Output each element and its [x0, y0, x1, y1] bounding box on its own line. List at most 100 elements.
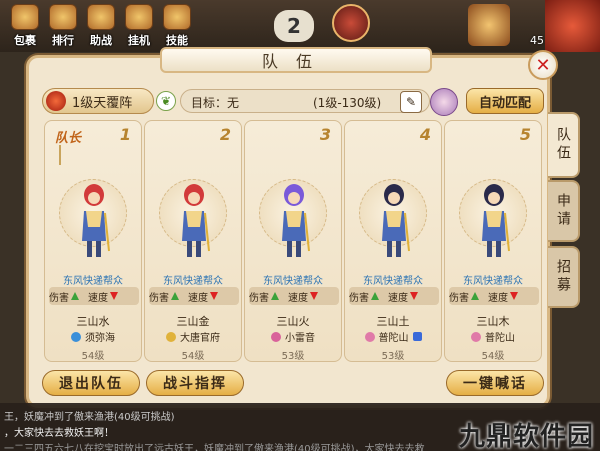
member-level: 53级	[281, 351, 305, 362]
level-range: (1级-130级)	[313, 96, 382, 110]
slot-number: 3	[319, 125, 331, 144]
watermark: 九鼎软件园	[458, 422, 594, 451]
guild-name: 东风快递帮众	[63, 276, 123, 287]
arrow-down-icon	[510, 292, 518, 300]
member-level: 54级	[481, 351, 505, 362]
hud-button[interactable]: 技能	[158, 4, 196, 50]
member-name: 三山金	[176, 315, 210, 328]
guild-name: 东风快递帮众	[463, 276, 523, 287]
member-card[interactable]: 队长 1 东风快递帮众 伤害 速度 三山水 须弥海 54级	[44, 120, 142, 362]
tab-team[interactable]: 队伍	[548, 112, 580, 178]
leave-team-button[interactable]: 退出队伍	[42, 370, 140, 396]
stat-indicators: 伤害 速度	[349, 287, 439, 305]
hud-button-label: 挂机	[128, 34, 150, 47]
speed-stat: 速度	[488, 289, 521, 304]
arrow-up-icon	[171, 292, 179, 300]
hud-button-label: 技能	[166, 34, 188, 47]
panel-title: 队伍	[160, 47, 432, 73]
member-school: 普陀山	[345, 329, 441, 344]
stat-indicators: 伤害 速度	[49, 287, 139, 305]
assist-icon	[87, 4, 115, 30]
hud-button[interactable]: 排行	[44, 4, 82, 50]
tab-recruit[interactable]: 招募	[548, 246, 580, 308]
member-card[interactable]: 5 东风快递帮众 伤害 速度 三山木 普陀山 54级	[444, 120, 542, 362]
chat-line: ，大家快去去救妖王啊！	[4, 428, 114, 439]
arrow-down-icon	[110, 292, 118, 300]
character-sprite-icon	[482, 184, 510, 257]
member-school: 普陀山	[445, 329, 541, 344]
speed-stat: 速度	[288, 289, 321, 304]
character-sprite-icon	[282, 184, 310, 257]
member-card[interactable]: 2 东风快递帮众 伤害 速度 三山金 大唐官府 54级	[144, 120, 242, 362]
arrow-down-icon	[410, 292, 418, 300]
ranking-icon	[49, 4, 77, 30]
edit-icon[interactable]: ✎	[400, 91, 422, 113]
skill-icon	[163, 4, 191, 30]
stat-indicators: 伤害 速度	[449, 287, 539, 305]
player-portrait-icon[interactable]	[545, 0, 600, 52]
damage-stat: 伤害	[249, 289, 282, 304]
arrow-up-icon	[371, 292, 379, 300]
stat-indicators: 伤害 速度	[249, 287, 339, 305]
leaf-icon[interactable]: ❦	[156, 91, 176, 111]
pet-portrait-icon[interactable]	[468, 4, 510, 46]
member-name: 三山水	[76, 315, 110, 328]
shout-button[interactable]: 一键喊话	[446, 370, 544, 396]
hud-button[interactable]: 挂机	[120, 4, 158, 50]
member-level: 54级	[81, 351, 105, 362]
leader-marker	[59, 145, 61, 165]
member-name: 三山木	[476, 315, 510, 328]
chat-line: 一二三四五六七八在挖宝时放出了远古妖王，妖魔冲到了傲来渔港(40级可挑战)，大家…	[4, 444, 425, 451]
target-label: 目标：无	[191, 96, 240, 110]
arrow-up-icon	[471, 292, 479, 300]
leader-label: 队长	[55, 131, 82, 146]
close-button[interactable]: ✕	[528, 50, 558, 80]
guild-name: 东风快递帮众	[163, 276, 223, 287]
formation-icon	[46, 91, 66, 111]
member-level: 54级	[181, 351, 205, 362]
member-card[interactable]: 4 东风快递帮众 伤害 速度 三山土 普陀山 53级	[344, 120, 442, 362]
chat-line: 王，妖魔冲到了傲来渔港(40级可挑战)	[4, 412, 175, 423]
member-name: 三山火	[276, 315, 310, 328]
hud-button-label: 包裹	[14, 34, 36, 47]
school-icon	[364, 331, 375, 342]
school-icon	[471, 331, 481, 342]
slot-number: 2	[219, 125, 231, 144]
speed-stat: 速度	[88, 289, 121, 304]
autoplay-icon	[125, 4, 153, 30]
character-sprite-icon	[82, 184, 110, 257]
school-icon	[166, 331, 176, 342]
hud-button-label: 排行	[52, 34, 74, 47]
arrow-up-icon	[271, 292, 279, 300]
damage-stat: 伤害	[449, 289, 482, 304]
member-school: 须弥海	[45, 329, 141, 344]
member-name: 三山土	[376, 315, 410, 328]
hud-button-label: 助战	[90, 34, 112, 47]
damage-stat: 伤害	[349, 289, 382, 304]
target-field[interactable]: 目标：无 (1级-130级)	[180, 89, 430, 113]
damage-stat: 伤害	[49, 289, 82, 304]
arrow-down-icon	[210, 292, 218, 300]
formation-label: 1级天覆阵	[72, 95, 133, 111]
damage-stat: 伤害	[149, 289, 182, 304]
speed-stat: 速度	[188, 289, 221, 304]
speed-stat: 速度	[388, 289, 421, 304]
slot-number: 5	[519, 125, 531, 144]
compass-emblem-icon[interactable]	[332, 4, 370, 42]
character-sprite-icon	[182, 184, 210, 257]
auto-match-button[interactable]: 自动匹配	[466, 88, 544, 114]
status-icon	[412, 332, 422, 341]
hud-badge[interactable]: 2	[274, 10, 314, 42]
hud-button[interactable]: 助战	[82, 4, 120, 50]
mascot-icon[interactable]	[430, 88, 458, 116]
battle-command-button[interactable]: 战斗指挥	[146, 370, 244, 396]
arrow-up-icon	[71, 292, 79, 300]
member-card[interactable]: 3 东风快递帮众 伤害 速度 三山火 小雷音 53级	[244, 120, 342, 362]
bag-icon	[11, 4, 39, 30]
slot-number: 4	[419, 125, 431, 144]
formation-button[interactable]: 1级天覆阵	[42, 88, 154, 114]
member-level: 53级	[381, 351, 405, 362]
member-school: 小雷音	[245, 329, 341, 344]
hud-button[interactable]: 包裹	[6, 4, 44, 50]
tab-apply[interactable]: 申请	[548, 180, 580, 242]
